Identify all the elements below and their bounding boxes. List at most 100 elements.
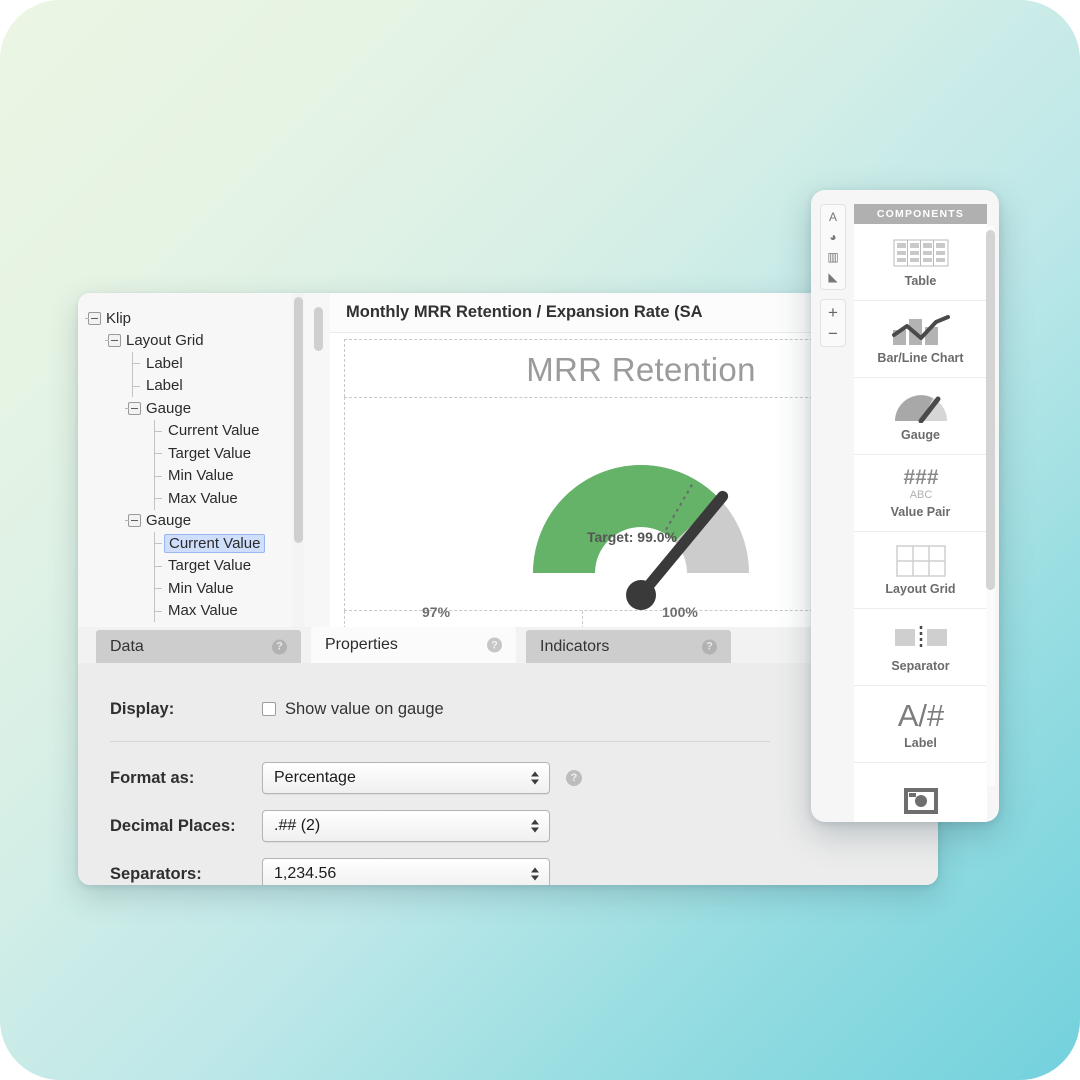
component-item-label[interactable]: A/# Label <box>854 686 987 763</box>
separator-icon <box>894 621 947 655</box>
zoom-in-button[interactable]: + <box>828 304 838 321</box>
tree-item-label: Label <box>146 377 183 395</box>
component-item-gauge[interactable]: Gauge <box>854 378 987 455</box>
mini-toolbar[interactable]: A ◕ ▥ ◣ + − <box>820 204 846 356</box>
klip-editor-window: Klip Layout Grid Label Label Gauge Current Va… <box>78 293 938 885</box>
tree-item-label: Layout Grid <box>126 332 204 350</box>
tree-branch-line <box>150 442 166 465</box>
tab-data[interactable]: Data? <box>96 630 301 663</box>
svg-text:###: ### <box>903 467 938 489</box>
help-icon[interactable]: ? <box>272 639 287 654</box>
text-tool-icon[interactable]: A <box>825 210 841 224</box>
tree-scrollbar-inner[interactable] <box>312 293 324 627</box>
component-item-layout-grid[interactable]: Layout Grid <box>854 532 987 609</box>
help-icon[interactable]: ? <box>702 639 717 654</box>
svg-text:ABC: ABC <box>909 489 932 501</box>
bar-line-chart-icon <box>891 313 951 347</box>
tab-label: Properties <box>325 636 398 653</box>
stepper-arrows-icon[interactable] <box>531 819 539 833</box>
separators-label: Separators: <box>110 864 202 883</box>
gauge-max-label: 100% <box>662 604 698 620</box>
tab-properties[interactable]: Properties? <box>311 627 516 663</box>
gauge-needle-hub <box>626 580 656 610</box>
tree-item-label: Label <box>146 354 183 372</box>
format-as-help-icon[interactable]: ? <box>566 770 582 786</box>
stepper-arrows-icon[interactable] <box>531 867 539 881</box>
tab-indicators[interactable]: Indicators? <box>526 630 731 663</box>
image-icon <box>903 784 938 818</box>
separators-select[interactable]: 1,234.56 <box>262 858 550 885</box>
tree-expander-icon[interactable] <box>105 334 121 348</box>
component-item-separator[interactable]: Separator <box>854 609 987 686</box>
component-item-bar-line-chart[interactable]: Bar/Line Chart <box>854 301 987 378</box>
shape-tool-icon[interactable]: ◣ <box>825 270 841 284</box>
tree-item-label: Target Value <box>168 444 252 462</box>
display-label: Display: <box>110 699 175 718</box>
tree-scrollbar-outer[interactable] <box>292 293 304 627</box>
tree-branch-line <box>150 487 166 510</box>
components-column: COMPONENTS Table Bar/Line Chart Gauge ###… <box>854 204 987 822</box>
tree-branch-line <box>150 554 166 578</box>
tree-item-label: Klip <box>106 309 132 327</box>
component-item-value-pair[interactable]: ### ABC Value Pair <box>854 455 987 532</box>
app-background: Klip Layout Grid Label Label Gauge Current Va… <box>0 0 1080 1080</box>
component-tree-panel[interactable]: Klip Layout Grid Label Label Gauge Current Va… <box>78 293 330 627</box>
zoom-out-button[interactable]: − <box>828 325 838 342</box>
gauge-icon <box>893 390 949 424</box>
tree-branch-line <box>150 419 166 443</box>
component-item-label: Bar/Line Chart <box>877 351 964 365</box>
tree-item-label: Max Value <box>168 602 238 620</box>
gauge-target-label: Target: 99.0% <box>587 529 677 545</box>
tree-item-label: Max Value <box>168 489 238 507</box>
component-item-label: Separator <box>891 659 950 673</box>
components-list[interactable]: Table Bar/Line Chart Gauge ### ABC Value P… <box>854 224 987 822</box>
decimal-places-select[interactable]: .## (2) <box>262 810 550 842</box>
tab-label: Indicators <box>540 637 610 655</box>
tree-scrollbar-outer-thumb[interactable] <box>294 297 303 543</box>
components-window: A ◕ ▥ ◣ + − COMPONENTS Table Bar/Line Chart … <box>811 190 999 822</box>
format-as-label: Format as: <box>110 768 195 787</box>
help-icon[interactable]: ? <box>487 637 502 653</box>
gauge-min-label: 97% <box>422 604 451 620</box>
layout-grid-icon <box>895 544 946 578</box>
mini-toolbar-zoom[interactable]: + − <box>820 299 846 347</box>
tree-branch-line <box>150 577 166 600</box>
component-item-label: Label <box>904 736 937 750</box>
tree-branch-line <box>150 532 166 555</box>
tree-item-label: Target Value <box>168 557 252 575</box>
bar-chart-icon[interactable]: ▥ <box>825 250 841 264</box>
tree-item-label: Min Value <box>168 579 234 597</box>
tree-item-label: Min Value <box>168 467 234 485</box>
component-item-label: Table <box>904 274 937 288</box>
properties-tabbar[interactable]: Data? Properties? Indicators? <box>78 627 938 663</box>
tree-item-label: Gauge <box>146 399 192 417</box>
component-item-label: Layout Grid <box>885 582 956 596</box>
components-scrollbar-thumb[interactable] <box>986 230 995 590</box>
tree-branch-line <box>150 464 166 488</box>
show-value-on-gauge-checkbox[interactable] <box>262 702 276 716</box>
tree-scrollbar-inner-thumb[interactable] <box>314 307 323 351</box>
label-icon: A/# <box>891 698 951 732</box>
tree-branch-line <box>128 374 144 398</box>
component-item-label: Gauge <box>901 428 940 442</box>
tree-item-label: Current Value <box>168 422 260 440</box>
component-item-label: Value Pair <box>890 505 951 519</box>
decimal-places-value: .## (2) <box>274 817 321 834</box>
mini-toolbar-tools[interactable]: A ◕ ▥ ◣ <box>820 204 846 290</box>
format-as-value: Percentage <box>274 769 356 786</box>
pie-chart-icon[interactable]: ◕ <box>825 230 841 244</box>
show-value-on-gauge-label: Show value on gauge <box>285 699 444 718</box>
tree-expander-icon[interactable] <box>125 401 141 415</box>
table-icon <box>893 236 949 270</box>
separators-value: 1,234.56 <box>274 865 337 882</box>
stepper-arrows-icon[interactable] <box>531 771 539 785</box>
decimal-places-label: Decimal Places: <box>110 816 236 835</box>
separators-row: Separators: 1,234.56 <box>110 850 938 885</box>
component-item-table[interactable]: Table <box>854 224 987 301</box>
tree-expander-icon[interactable] <box>85 311 101 325</box>
format-as-select[interactable]: Percentage <box>262 762 550 794</box>
component-item-image[interactable] <box>854 763 987 822</box>
svg-text:A/#: A/# <box>897 698 944 732</box>
components-header: COMPONENTS <box>854 204 987 224</box>
tree-expander-icon[interactable] <box>125 514 141 528</box>
